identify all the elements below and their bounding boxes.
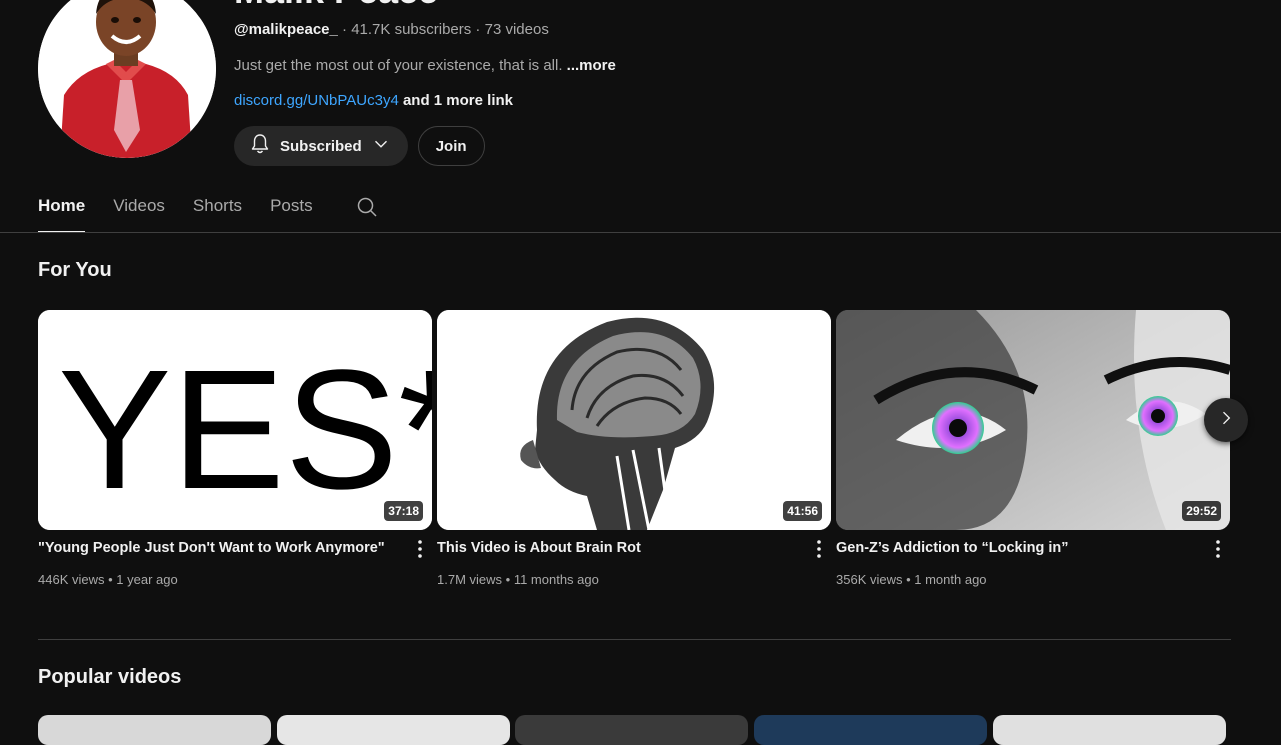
section-title-for-you: For You: [38, 259, 112, 281]
description-text: Just get the most out of your existence,…: [234, 57, 567, 74]
video-meta: 446K views • 1 year ago: [38, 572, 178, 587]
video-card[interactable]: 29:52 Gen-Z’s Addiction to “Locking in” …: [836, 310, 1230, 587]
video-title[interactable]: Gen-Z’s Addiction to “Locking in”: [836, 540, 1196, 556]
video-age: 1 year ago: [116, 572, 178, 587]
search-icon[interactable]: [355, 183, 379, 233]
video-age: 11 months ago: [513, 572, 599, 587]
channel-handle: @malikpeace_: [234, 21, 338, 38]
video-thumbnail[interactable]: 29:52: [836, 310, 1230, 530]
video-card[interactable]: YES* 37:18 "Young People Just Don't Want…: [38, 310, 432, 587]
meta-separator: ·: [471, 21, 485, 38]
channel-meta: @malikpeace_ · 41.7K subscribers · 73 vi…: [234, 21, 549, 38]
more-vert-icon[interactable]: [1210, 538, 1226, 560]
subscribed-button[interactable]: Subscribed: [234, 126, 408, 166]
video-views: 446K views: [38, 572, 105, 587]
channel-name: Malik Peace: [234, 0, 438, 12]
channel-header: Malik Peace @malikpeace_ · 41.7K subscri…: [0, 0, 1281, 233]
bell-icon: [248, 132, 272, 160]
join-button[interactable]: Join: [417, 126, 485, 166]
video-thumbnail[interactable]: YES* 37:18: [38, 310, 432, 530]
subscribed-label: Subscribed: [280, 137, 362, 155]
brain-scan-image: [437, 310, 831, 530]
channel-actions: Subscribed Join: [234, 126, 485, 166]
meta-separator: •: [104, 572, 117, 587]
video-duration: 29:52: [1182, 501, 1221, 521]
video-views: 356K views: [836, 572, 903, 587]
tab-videos[interactable]: Videos: [113, 183, 165, 233]
video-thumbnail[interactable]: 41:56: [437, 310, 831, 530]
more-vert-icon[interactable]: [412, 538, 428, 560]
discord-link[interactable]: discord.gg/UNbPAUc3y4: [234, 92, 399, 109]
video-meta: 356K views • 1 month ago: [836, 572, 987, 587]
channel-tabs: Home Videos Shorts Posts: [38, 183, 379, 233]
eyes-image: [836, 310, 1230, 530]
more-links-button[interactable]: and 1 more link: [399, 92, 513, 109]
section-divider: [38, 639, 1231, 640]
more-vert-icon[interactable]: [811, 538, 827, 560]
tabs-divider: [0, 232, 1281, 233]
chevron-down-icon: [370, 133, 392, 159]
tab-posts[interactable]: Posts: [270, 183, 313, 233]
video-title[interactable]: This Video is About Brain Rot: [437, 540, 797, 556]
video-count: 73 videos: [484, 21, 549, 38]
carousel-next-button[interactable]: [1204, 398, 1248, 442]
channel-description[interactable]: Just get the most out of your existence,…: [234, 57, 616, 74]
description-more-link[interactable]: ...more: [567, 57, 616, 74]
video-title[interactable]: "Young People Just Don't Want to Work An…: [38, 540, 398, 556]
channel-links: discord.gg/UNbPAUc3y4 and 1 more link: [234, 92, 513, 109]
thumbnail-text: YES*: [58, 335, 432, 525]
tab-home[interactable]: Home: [38, 183, 86, 233]
video-card[interactable]: 41:56 This Video is About Brain Rot 1.7M…: [437, 310, 831, 587]
join-label: Join: [435, 137, 467, 155]
meta-separator: •: [502, 572, 514, 587]
video-duration: 41:56: [783, 501, 822, 521]
video-age: 1 month ago: [914, 572, 987, 587]
channel-avatar[interactable]: [38, 0, 216, 158]
section-title-popular: Popular videos: [38, 666, 182, 688]
video-meta: 1.7M views • 11 months ago: [437, 572, 599, 587]
chevron-right-icon: [1216, 408, 1236, 433]
video-duration: 37:18: [384, 501, 423, 521]
meta-separator: •: [902, 572, 915, 587]
meta-separator: ·: [337, 21, 352, 38]
tab-shorts[interactable]: Shorts: [193, 183, 242, 233]
video-views: 1.7M views: [437, 572, 503, 587]
subscriber-count: 41.7K subscribers: [351, 21, 472, 38]
